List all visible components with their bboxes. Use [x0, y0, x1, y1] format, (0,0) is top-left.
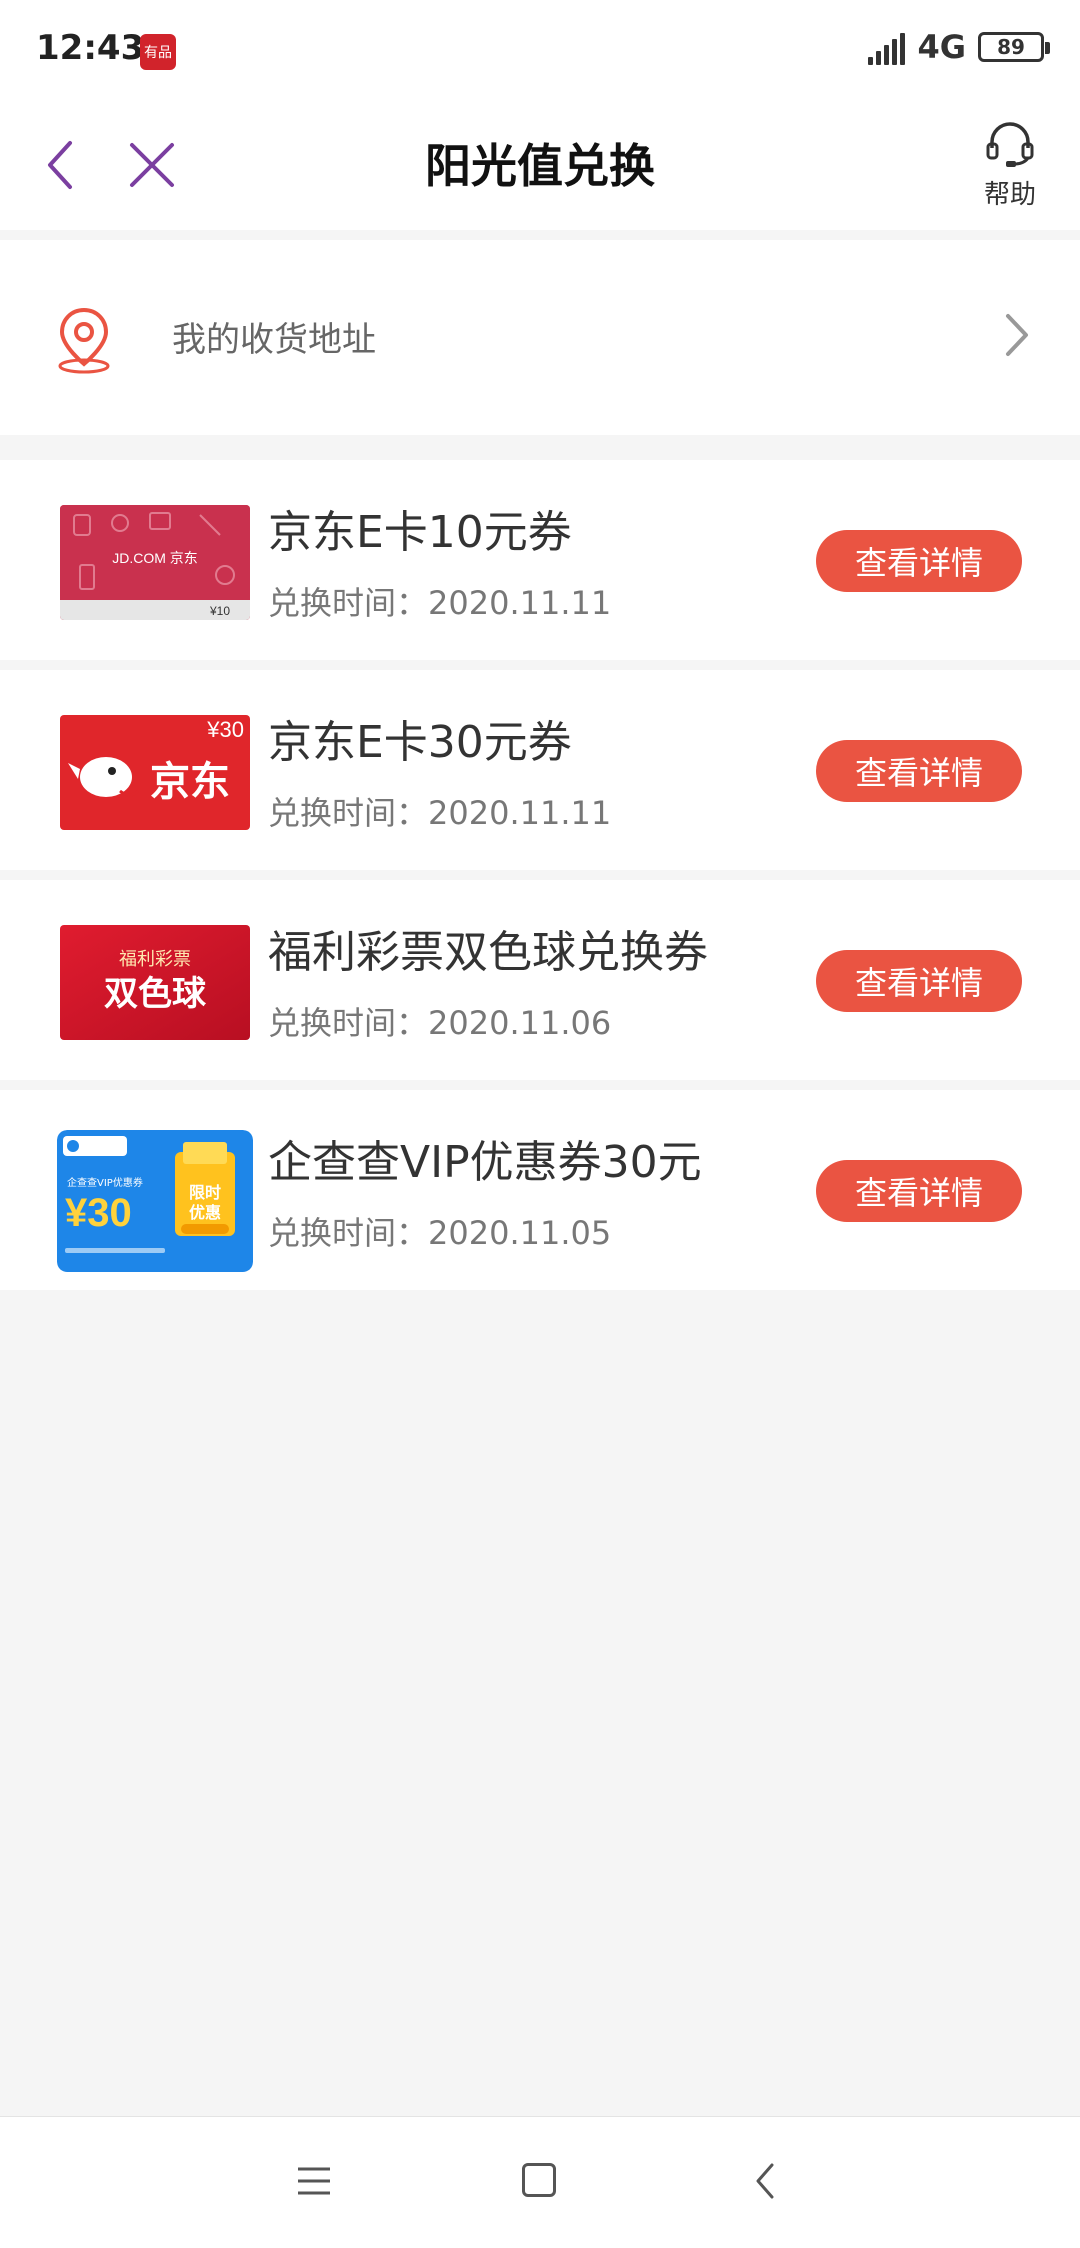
status-indicators: 4G 89: [868, 28, 1050, 66]
item-time: 兑换时间：2020.11.06: [268, 1004, 612, 1042]
lottery-subtitle: 福利彩票: [119, 949, 191, 970]
jd-card-30-price: ¥30: [206, 717, 244, 742]
jd-card-30-thumbnail: 京东 ¥30: [60, 715, 250, 830]
item-title: 企查查VIP优惠券30元: [268, 1137, 702, 1188]
list-item: 福利彩票 双色球 福利彩票双色球兑换券 兑换时间：2020.11.06 查看详情: [0, 880, 1080, 1080]
qcc-tag-line2: 优惠: [189, 1203, 221, 1222]
view-details-button[interactable]: 查看详情: [816, 530, 1022, 592]
qcc-tag-line1: 限时: [189, 1183, 221, 1202]
page-title: 阳光值兑换: [425, 139, 655, 193]
redemption-list: JD.COM 京东 ¥10 京东E卡10元券 兑换时间：2020.11.11 查…: [0, 460, 1080, 1300]
item-time: 兑换时间：2020.11.05: [268, 1214, 612, 1252]
menu-icon[interactable]: [296, 2165, 332, 2201]
home-icon[interactable]: [522, 2163, 556, 2197]
item-title: 福利彩票双色球兑换券: [268, 927, 708, 978]
system-back-icon[interactable]: [752, 2161, 778, 2205]
network-label: 4G: [917, 28, 966, 66]
qcc-coupon-thumbnail: 企查查VIP优惠券 ¥30 限时 优惠: [57, 1130, 253, 1272]
system-nav-bar: [0, 2116, 1080, 2248]
item-time: 兑换时间：2020.11.11: [268, 794, 612, 832]
list-item: 京东 ¥30 京东E卡30元券 兑换时间：2020.11.11 查看详情: [0, 670, 1080, 870]
lottery-thumbnail: 福利彩票 双色球: [60, 925, 250, 1040]
location-pin-icon: [52, 304, 116, 378]
battery-level: 89: [997, 35, 1025, 59]
help-label: 帮助: [983, 180, 1036, 210]
view-details-button[interactable]: 查看详情: [816, 950, 1022, 1012]
item-title: 京东E卡10元券: [268, 507, 572, 558]
jd-card-10-price: ¥10: [209, 604, 230, 618]
chevron-right-icon: [1002, 312, 1032, 362]
jd-card-10-thumbnail: JD.COM 京东 ¥10: [60, 505, 250, 620]
status-bar: 12:43 有品 4G 89: [0, 0, 1080, 100]
battery-icon: 89: [978, 32, 1050, 62]
item-title: 京东E卡30元券: [268, 717, 572, 768]
view-details-button[interactable]: 查看详情: [816, 740, 1022, 802]
address-label: 我的收货地址: [172, 320, 376, 360]
list-item: JD.COM 京东 ¥10 京东E卡10元券 兑换时间：2020.11.11 查…: [0, 460, 1080, 660]
top-nav-bar: 阳光值兑换 帮助: [0, 100, 1080, 230]
qcc-coupon-subtitle: 企查查VIP优惠券: [67, 1176, 143, 1189]
headset-icon: [986, 122, 1034, 167]
lottery-title: 双色球: [104, 974, 207, 1014]
jd-card-10-brand: JD.COM 京东: [112, 550, 198, 566]
help-button[interactable]: 帮助: [970, 118, 1050, 211]
jd-card-30-brand: 京东: [150, 759, 230, 805]
address-row[interactable]: 我的收货地址: [0, 240, 1080, 435]
qcc-coupon-price: ¥30: [65, 1191, 132, 1235]
list-item: 企查查VIP优惠券 ¥30 限时 优惠 企查查VIP优惠券30元 兑换时间：20…: [0, 1090, 1080, 1290]
view-details-button[interactable]: 查看详情: [816, 1160, 1022, 1222]
item-time: 兑换时间：2020.11.11: [268, 584, 612, 622]
status-time: 12:43: [36, 28, 145, 68]
app-badge-icon: 有品: [140, 34, 176, 70]
signal-icon: [868, 29, 906, 65]
